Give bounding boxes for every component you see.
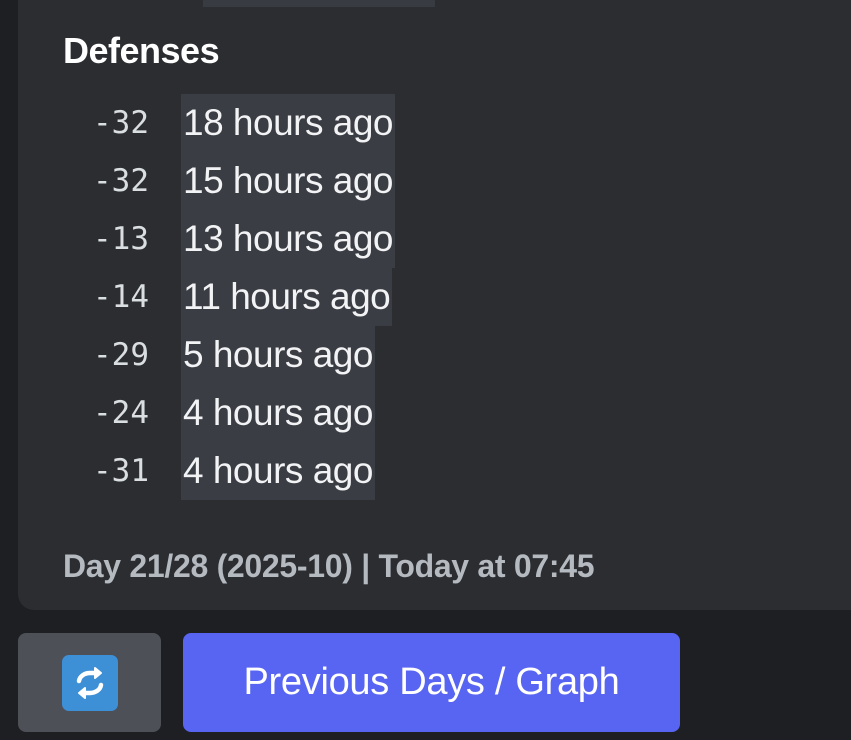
section-title: Defenses bbox=[63, 30, 220, 71]
score-value: -31 bbox=[93, 453, 149, 489]
discord-message: Defenses -32 18 hours ago -32 15 hours a… bbox=[0, 0, 851, 740]
relative-time: 13 hours ago bbox=[181, 210, 396, 268]
embed-footer: Day 21/28 (2025-10) | Today at 07:45 bbox=[63, 548, 595, 584]
relative-time: 5 hours ago bbox=[181, 326, 375, 384]
score-value: -14 bbox=[93, 279, 149, 315]
previous-days-graph-button[interactable]: Previous Days / Graph bbox=[183, 633, 680, 732]
score-value: -13 bbox=[93, 221, 149, 257]
score-value: -29 bbox=[93, 337, 149, 373]
relative-time: 4 hours ago bbox=[181, 384, 375, 442]
list-item: -24 4 hours ago bbox=[60, 384, 395, 442]
score-value: -32 bbox=[93, 105, 149, 141]
relative-time: 11 hours ago bbox=[181, 268, 393, 326]
refresh-button[interactable] bbox=[18, 633, 161, 732]
list-item: -29 5 hours ago bbox=[60, 326, 395, 384]
score-value: -24 bbox=[93, 395, 149, 431]
relative-time: 15 hours ago bbox=[181, 152, 396, 210]
refresh-icon bbox=[61, 654, 118, 711]
list-item: -31 4 hours ago bbox=[60, 442, 395, 500]
list-item: -14 11 hours ago bbox=[60, 268, 395, 326]
list-item: -32 18 hours ago bbox=[60, 94, 396, 152]
relative-time: 4 hours ago bbox=[181, 442, 375, 500]
list-item: -32 15 hours ago bbox=[60, 152, 396, 210]
relative-time: 18 hours ago bbox=[181, 94, 396, 152]
previous-highlight bbox=[203, 0, 435, 7]
defenses-list: -32 18 hours ago -32 15 hours ago -13 13… bbox=[60, 94, 396, 500]
list-item: -13 13 hours ago bbox=[60, 210, 396, 268]
score-value: -32 bbox=[93, 163, 149, 199]
